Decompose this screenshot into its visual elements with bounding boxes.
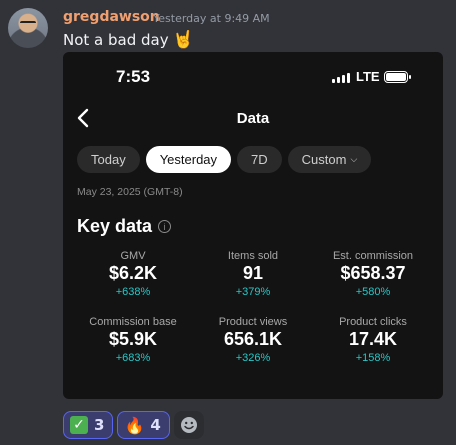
reactions-bar: ✓ 3 🔥 4 bbox=[63, 411, 204, 439]
chevron-down-icon: ⌵ bbox=[350, 154, 358, 164]
message-timestamp: Yesterday at 9:49 AM bbox=[153, 12, 270, 25]
battery-icon bbox=[384, 71, 411, 83]
date-range: May 23, 2025 (GMT-8) bbox=[77, 186, 183, 198]
metric-label: GMV bbox=[120, 250, 146, 262]
message-username[interactable]: gregdawson bbox=[63, 9, 160, 25]
metric-change: +379% bbox=[235, 286, 271, 298]
metric-product-clicks: Product clicks 17.4K +158% bbox=[313, 316, 433, 364]
metric-change: +638% bbox=[115, 286, 151, 298]
chip-custom: Custom ⌵ bbox=[287, 146, 372, 173]
section-title-text: Key data bbox=[77, 216, 153, 236]
reaction-count: 4 bbox=[150, 416, 161, 434]
section-title: Key data i bbox=[77, 216, 172, 237]
metric-value: 91 bbox=[242, 263, 264, 283]
user-avatar[interactable] bbox=[8, 8, 48, 48]
metric-label: Est. commission bbox=[332, 250, 414, 262]
metric-change: +580% bbox=[355, 286, 391, 298]
metric-value: $658.37 bbox=[340, 263, 406, 283]
metrics-grid: GMV $6.2K +638% Items sold 91 +379% Est.… bbox=[73, 250, 433, 364]
metric-items-sold: Items sold 91 +379% bbox=[193, 250, 313, 298]
chip-custom-label: Custom bbox=[301, 152, 347, 167]
reaction-count: 3 bbox=[94, 416, 105, 434]
metric-change: +158% bbox=[355, 352, 391, 364]
metric-label: Product clicks bbox=[339, 316, 407, 328]
metric-label: Product views bbox=[218, 316, 288, 328]
chip-today: Today bbox=[77, 146, 140, 173]
metric-gmv: GMV $6.2K +638% bbox=[73, 250, 193, 298]
status-bar-time: 7:53 bbox=[116, 67, 151, 86]
metric-change: +683% bbox=[115, 352, 151, 364]
network-label: LTE bbox=[356, 69, 380, 84]
metric-value: $5.9K bbox=[108, 329, 158, 349]
metric-commission-base: Commission base $5.9K +683% bbox=[73, 316, 193, 364]
metric-value: 656.1K bbox=[223, 329, 283, 349]
metric-label: Items sold bbox=[227, 250, 279, 262]
metric-label: Commission base bbox=[89, 316, 177, 328]
fire-emoji: 🔥 bbox=[124, 415, 145, 435]
rock-hand-emoji: 🤘 bbox=[172, 30, 194, 50]
info-icon: i bbox=[158, 220, 172, 233]
add-reaction-button[interactable] bbox=[173, 411, 204, 439]
reaction-fire[interactable]: 🔥 4 bbox=[117, 411, 170, 439]
avatar-glasses bbox=[20, 21, 36, 25]
signal-icon bbox=[332, 73, 350, 83]
attached-screenshot[interactable]: 7:53 LTE Data Today Yesterday 7D Custom … bbox=[63, 52, 443, 399]
reaction-check[interactable]: ✓ 3 bbox=[63, 411, 114, 439]
chip-yesterday: Yesterday bbox=[145, 146, 232, 173]
check-mark-icon: ✓ bbox=[70, 416, 88, 434]
metric-value: $6.2K bbox=[108, 263, 158, 283]
message-content: Not a bad day 🤘 bbox=[63, 30, 194, 50]
message-text: Not a bad day bbox=[63, 31, 169, 49]
metric-change: +326% bbox=[235, 352, 271, 364]
metric-product-views: Product views 656.1K +326% bbox=[193, 316, 313, 364]
smiley-icon bbox=[180, 417, 197, 433]
page-title: Data bbox=[236, 110, 270, 127]
metric-value: 17.4K bbox=[348, 329, 398, 349]
date-filter-chips: Today Yesterday 7D Custom ⌵ bbox=[77, 146, 372, 173]
chip-7d: 7D bbox=[237, 146, 282, 173]
metric-est-commission: Est. commission $658.37 +580% bbox=[313, 250, 433, 298]
